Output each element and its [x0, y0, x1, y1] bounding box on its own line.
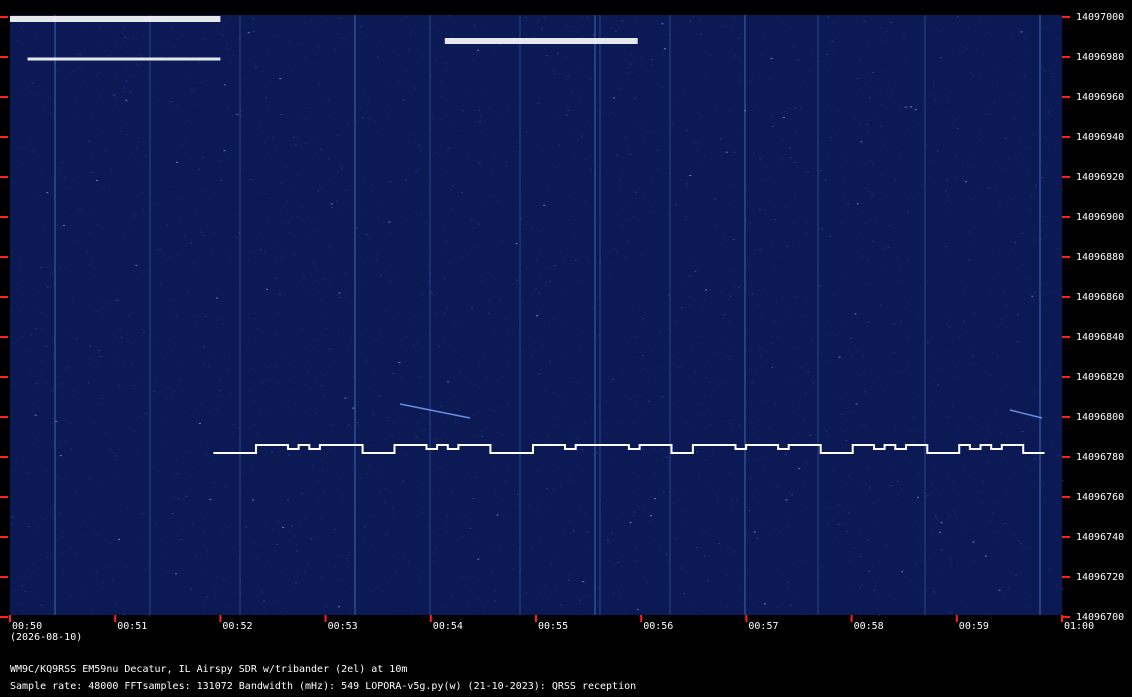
- y-tick-label: 14096720: [1076, 572, 1124, 583]
- y-tick-label: 14096760: [1076, 492, 1124, 503]
- y-tick-label: 14096980: [1076, 52, 1124, 63]
- y-tick-label: 14097000: [1076, 12, 1124, 23]
- x-axis-ticks: 00:50 00:51 00:52 00:53 00:54 00:55 00:56 00:57…: [9, 615, 1094, 632]
- waterfall-chart: 14097000 14096980 14096960 14096940 14096920…: [0, 12, 1124, 632]
- capture-params: Sample rate: 48000 FFTsamples: 131072 Ba…: [10, 681, 637, 692]
- x-tick-label: 00:56: [643, 621, 673, 632]
- station-info: WM9C/KQ9RSS EM59nu Decatur, IL Airspy SD…: [10, 664, 408, 675]
- date-subtitle: (2026-08-10): [10, 632, 83, 643]
- waterfall-plot-area: [10, 15, 1062, 615]
- x-tick-label: 00:54: [433, 621, 463, 632]
- x-tick-label: 00:52: [222, 621, 252, 632]
- y-tick-label: 14096800: [1076, 412, 1124, 423]
- x-tick-label: 00:55: [538, 621, 568, 632]
- y-tick-label: 14096920: [1076, 172, 1124, 183]
- y-tick-label: 14096860: [1076, 292, 1124, 303]
- y-tick-label: 14096820: [1076, 372, 1124, 383]
- y-tick-label: 14096900: [1076, 212, 1124, 223]
- y-tick-label: 14096740: [1076, 532, 1124, 543]
- y-tick-label: 14096940: [1076, 132, 1124, 143]
- y-tick-label: 14096880: [1076, 252, 1124, 263]
- x-tick-label: 01:00: [1064, 621, 1094, 632]
- y-tick-label: 14096840: [1076, 332, 1124, 343]
- x-tick-label: 00:51: [117, 621, 147, 632]
- y-tick-label: 14096960: [1076, 92, 1124, 103]
- y-tick-label: 14096780: [1076, 452, 1124, 463]
- x-tick-label: 00:57: [748, 621, 778, 632]
- x-tick-label: 00:53: [328, 621, 358, 632]
- x-tick-label: 00:50: [12, 621, 42, 632]
- x-tick-label: 00:58: [854, 621, 884, 632]
- x-tick-label: 00:59: [959, 621, 989, 632]
